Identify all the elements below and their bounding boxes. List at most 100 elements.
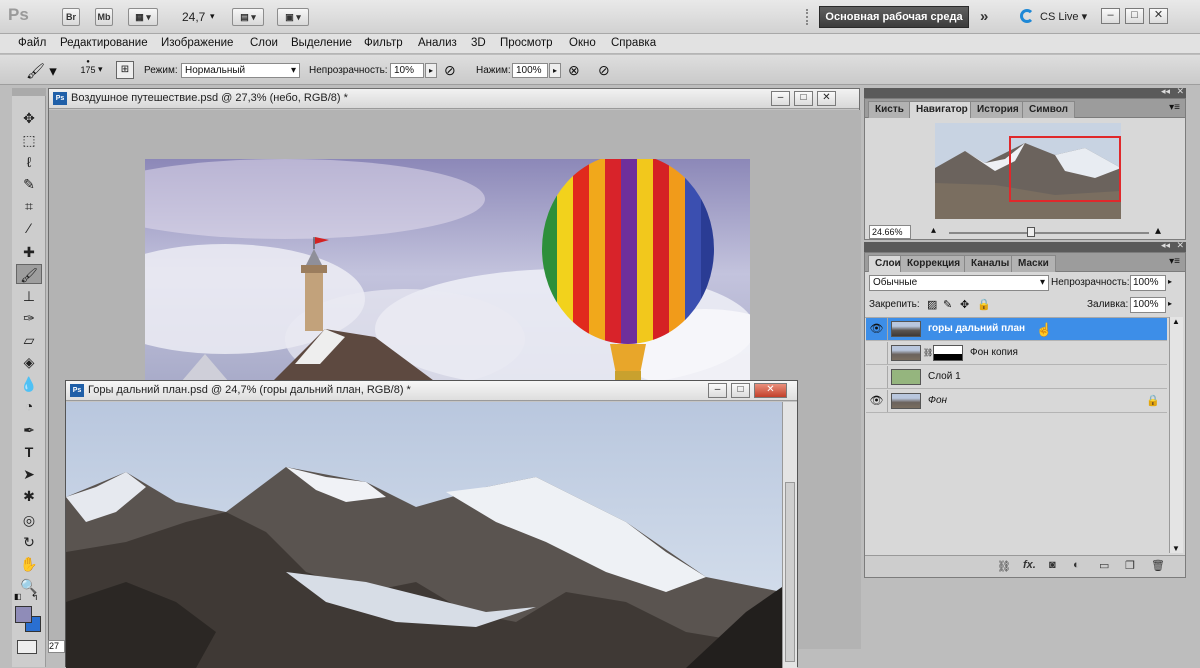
view-extras-dropdown[interactable]: ▦ ▾: [128, 8, 158, 26]
document-title-bar[interactable]: Ps Воздушное путешествие.psd @ 27,3% (не…: [49, 89, 859, 109]
lock-transparency-icon[interactable]: ▨: [927, 298, 937, 311]
layer-mask-thumbnail[interactable]: [933, 345, 963, 361]
fill-input[interactable]: 100%: [1130, 297, 1166, 313]
path-selection-tool-icon[interactable]: ➤: [16, 464, 42, 484]
menu-analysis[interactable]: Анализ: [418, 37, 457, 49]
zoom-level[interactable]: 24,7: [182, 10, 205, 24]
airbrush-icon[interactable]: ⊗: [568, 62, 580, 79]
brush-tool-preset-icon[interactable]: 🖌 ▾: [26, 62, 57, 80]
mask-link-icon[interactable]: ⛓: [923, 348, 933, 357]
opacity-input[interactable]: 10%: [390, 63, 424, 78]
pen-tool-icon[interactable]: ✒: [16, 420, 42, 440]
visibility-eye-icon[interactable]: 👁: [866, 390, 888, 412]
mini-bridge-button[interactable]: Mb: [95, 8, 113, 26]
layers-scrollbar[interactable]: ▲ ▼: [1169, 317, 1183, 553]
doc1-restore-button[interactable]: □: [794, 91, 813, 106]
delete-layer-icon[interactable]: 🗑: [1151, 559, 1165, 572]
foreground-color-swatch[interactable]: [15, 606, 32, 623]
lock-all-icon[interactable]: 🔒: [977, 298, 991, 311]
scroll-up-icon[interactable]: ▲: [1172, 317, 1180, 326]
menu-filter[interactable]: Фильтр: [364, 37, 403, 49]
fx-icon[interactable]: fx.: [1023, 559, 1036, 571]
menu-view[interactable]: Просмотр: [500, 37, 553, 49]
shape-tool-icon[interactable]: ✱: [16, 486, 42, 506]
blend-mode-select[interactable]: Обычные ▾: [869, 275, 1049, 291]
visibility-eye-icon[interactable]: 👁: [866, 318, 888, 340]
brush-panel-toggle-icon[interactable]: ⊞: [116, 61, 134, 79]
panel-dock-header[interactable]: ◂◂ ✕: [864, 86, 1186, 98]
lock-position-icon[interactable]: ✥: [960, 298, 969, 311]
doc2-restore-button[interactable]: □: [731, 383, 750, 398]
swap-colors-icon[interactable]: ↰: [31, 592, 39, 603]
visibility-empty-icon[interactable]: [866, 342, 888, 364]
healing-brush-tool-icon[interactable]: ✚: [16, 242, 42, 262]
hand-tool-icon[interactable]: ✋: [16, 554, 42, 574]
more-workspaces-button[interactable]: »: [980, 8, 988, 25]
fill-arrow-icon[interactable]: ▸: [1168, 299, 1172, 308]
lock-pixels-icon[interactable]: ✎: [943, 298, 952, 311]
tab-masks[interactable]: Маски: [1011, 255, 1056, 272]
document-title-bar[interactable]: Ps Горы дальний план.psd @ 24,7% (горы д…: [66, 381, 797, 401]
pressure-opacity-icon[interactable]: ⊘: [444, 62, 456, 79]
menu-select[interactable]: Выделение: [291, 37, 352, 49]
navigator-slider-handle[interactable]: [1027, 227, 1035, 237]
layers-dock-header[interactable]: ◂◂ ✕: [864, 240, 1186, 252]
menu-image[interactable]: Изображение: [161, 37, 233, 49]
link-layers-icon[interactable]: ⛓: [997, 560, 1011, 573]
collapse-panels-icon[interactable]: ◂◂: [1161, 86, 1170, 97]
workspace-button[interactable]: Основная рабочая среда: [819, 6, 969, 28]
navigator-thumbnail[interactable]: [935, 123, 1121, 219]
lasso-tool-icon[interactable]: ℓ: [16, 152, 42, 172]
quick-selection-tool-icon[interactable]: ✎: [16, 174, 42, 194]
new-group-icon[interactable]: ▭: [1099, 559, 1109, 572]
flow-input[interactable]: 100%: [512, 63, 548, 78]
3d-rotate-tool-icon[interactable]: ◎: [16, 510, 42, 530]
3d-orbit-tool-icon[interactable]: ↻: [16, 532, 42, 552]
document-canvas-area[interactable]: [66, 402, 782, 668]
restore-button[interactable]: □: [1125, 8, 1144, 24]
eyedropper-tool-icon[interactable]: ⁄: [16, 218, 42, 238]
add-mask-icon[interactable]: ◙: [1049, 559, 1056, 571]
layer-row[interactable]: 👁 Фон 🔒: [866, 390, 1167, 413]
status-zoom-field[interactable]: 27: [48, 640, 65, 653]
doc2-close-button[interactable]: ✕: [754, 383, 787, 398]
scroll-down-icon[interactable]: ▼: [1172, 544, 1180, 553]
panel-menu-icon[interactable]: ▾≡: [1169, 102, 1180, 113]
history-brush-tool-icon[interactable]: ✑: [16, 308, 42, 328]
move-tool-icon[interactable]: ✥: [16, 108, 42, 128]
brush-tool-icon[interactable]: 🖌: [16, 264, 42, 284]
layers-menu-icon[interactable]: ▾≡: [1169, 256, 1180, 267]
screen-mode-dropdown[interactable]: ▣ ▾: [277, 8, 309, 26]
new-layer-icon[interactable]: ❐: [1125, 559, 1135, 572]
tab-channels[interactable]: Каналы: [964, 255, 1017, 272]
adjustment-layer-icon[interactable]: ◐: [1073, 559, 1080, 571]
minimize-button[interactable]: –: [1101, 8, 1120, 24]
menu-edit[interactable]: Редактирование: [60, 37, 148, 49]
tab-navigator[interactable]: Навигатор: [909, 101, 975, 118]
pressure-size-icon[interactable]: ⊘: [598, 62, 610, 79]
doc1-minimize-button[interactable]: –: [771, 91, 790, 106]
close-button[interactable]: ✕: [1149, 8, 1168, 24]
cs-live-button[interactable]: CS Live ▾: [1040, 10, 1087, 23]
paint-bucket-tool-icon[interactable]: ◈: [16, 352, 42, 372]
tab-character[interactable]: Символ: [1022, 101, 1075, 118]
flow-slider-button[interactable]: ▸: [549, 63, 561, 78]
scrollbar-thumb[interactable]: [785, 482, 795, 662]
layer-row[interactable]: ⛓ Фон копия: [866, 342, 1167, 365]
tab-adjustments[interactable]: Коррекция: [900, 255, 968, 272]
marquee-tool-icon[interactable]: ⬚: [16, 130, 42, 150]
layer-row[interactable]: Слой 1: [866, 366, 1167, 389]
bridge-button[interactable]: Br: [62, 8, 80, 26]
menu-file[interactable]: Файл: [18, 37, 46, 49]
doc1-close-button[interactable]: ✕: [817, 91, 836, 106]
brush-dropdown-icon[interactable]: ▾: [98, 64, 103, 75]
crop-tool-icon[interactable]: ⌗: [16, 196, 42, 216]
zoom-dropdown-icon[interactable]: ▾: [210, 11, 215, 22]
zoom-in-icon[interactable]: ▴: [1155, 223, 1161, 237]
doc2-minimize-button[interactable]: –: [708, 383, 727, 398]
opacity-slider-button[interactable]: ▸: [425, 63, 437, 78]
eraser-tool-icon[interactable]: ▱: [16, 330, 42, 350]
navigator-zoom-input[interactable]: 24.66%: [869, 225, 911, 239]
navigator-zoom-slider[interactable]: [949, 232, 1149, 234]
vertical-scrollbar[interactable]: [782, 402, 797, 668]
